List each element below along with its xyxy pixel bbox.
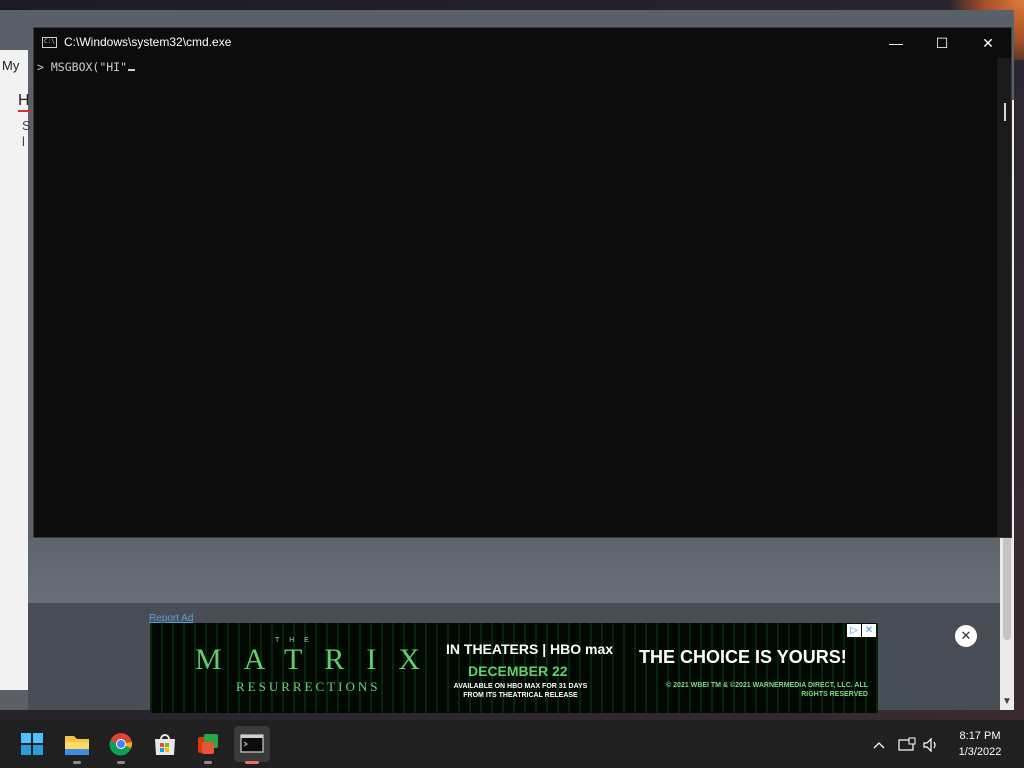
office-button[interactable] bbox=[190, 726, 226, 764]
chrome-button[interactable] bbox=[103, 726, 139, 764]
cmd-titlebar[interactable]: C:\ C:\Windows\system32\cmd.exe — ☐ ✕ bbox=[34, 28, 1011, 58]
window-title: C:\Windows\system32\cmd.exe bbox=[64, 35, 232, 49]
close-overlay-button[interactable]: ✕ bbox=[955, 625, 977, 647]
terminal-output-area[interactable]: > MSGBOX("HI" bbox=[34, 58, 999, 537]
volume-button[interactable] bbox=[920, 720, 942, 768]
network-icon bbox=[898, 737, 916, 751]
background-partial-text: My bbox=[2, 58, 20, 73]
running-indicator bbox=[73, 761, 81, 764]
minimize-icon: — bbox=[889, 35, 903, 51]
running-indicator bbox=[117, 761, 125, 764]
adchoices-icon[interactable]: ▷ bbox=[847, 624, 861, 637]
taskbar: 8:17 PM 1/3/2022 bbox=[0, 720, 1024, 768]
active-indicator bbox=[245, 761, 259, 764]
microsoft-store-button[interactable] bbox=[147, 726, 183, 762]
microsoft-store-icon bbox=[155, 734, 175, 755]
chevron-up-icon bbox=[873, 741, 885, 749]
cmd-app-icon[interactable]: C:\ bbox=[42, 37, 57, 48]
ad-banner[interactable]: T H E MATRIX RESURRECTIONS IN THEATERS |… bbox=[150, 623, 878, 713]
background-partial-text-s: S bbox=[22, 118, 31, 133]
background-partial-text-l: l bbox=[22, 134, 25, 149]
volume-icon bbox=[923, 737, 936, 753]
terminal-icon bbox=[240, 734, 264, 753]
network-button[interactable] bbox=[895, 720, 919, 768]
command-line[interactable]: > MSGBOX("HI" bbox=[37, 60, 136, 74]
taskbar-clock[interactable]: 8:17 PM 1/3/2022 bbox=[945, 728, 1015, 760]
maximize-button[interactable]: ☐ bbox=[919, 28, 965, 58]
ad-availability-text: AVAILABLE ON HBO MAX FOR 31 DAYS FROM IT… bbox=[453, 683, 588, 699]
file-explorer-icon bbox=[65, 736, 89, 755]
terminal-button[interactable] bbox=[234, 726, 270, 764]
ad-resurrections-text: RESURRECTIONS bbox=[236, 679, 381, 694]
ad-copyright: © 2021 WBEI TM & ©2021 WARNERMEDIA DIREC… bbox=[666, 682, 868, 698]
running-indicator bbox=[204, 761, 212, 764]
scroll-down-arrow-icon[interactable]: ▼ bbox=[1002, 696, 1012, 707]
windows-start-icon bbox=[21, 733, 43, 755]
maximize-icon: ☐ bbox=[935, 35, 949, 51]
ad-tagline: THE CHOICE IS YOURS! bbox=[639, 647, 847, 667]
show-hidden-icons-button[interactable] bbox=[868, 720, 890, 768]
terminal-scrollbar-thumb[interactable] bbox=[1004, 103, 1006, 121]
text-caret bbox=[128, 69, 136, 71]
close-icon: ✕ bbox=[982, 35, 994, 51]
clock-time: 8:17 PM bbox=[959, 730, 1001, 742]
start-button[interactable] bbox=[14, 726, 50, 762]
close-button[interactable]: ✕ bbox=[965, 28, 1011, 58]
ad-close-icon[interactable]: ✕ bbox=[862, 624, 876, 637]
office-icon bbox=[198, 734, 218, 754]
file-explorer-button[interactable] bbox=[59, 726, 95, 764]
ad-release-date: DECEMBER 22 bbox=[468, 663, 568, 679]
chrome-icon bbox=[109, 733, 133, 756]
terminal-scrollbar[interactable] bbox=[997, 58, 1011, 537]
ad-matrix-title: MATRIX bbox=[195, 643, 443, 676]
background-partial-heading: H bbox=[18, 92, 32, 112]
ad-in-theaters-text: IN THEATERS | HBO max bbox=[446, 641, 614, 657]
minimize-button[interactable]: — bbox=[873, 28, 919, 58]
prompt-symbol: > bbox=[37, 60, 44, 74]
command-input-text[interactable]: MSGBOX("HI" bbox=[51, 60, 127, 74]
cmd-window[interactable]: C:\ C:\Windows\system32\cmd.exe — ☐ ✕ > … bbox=[33, 27, 1012, 538]
clock-date: 1/3/2022 bbox=[958, 746, 1002, 758]
